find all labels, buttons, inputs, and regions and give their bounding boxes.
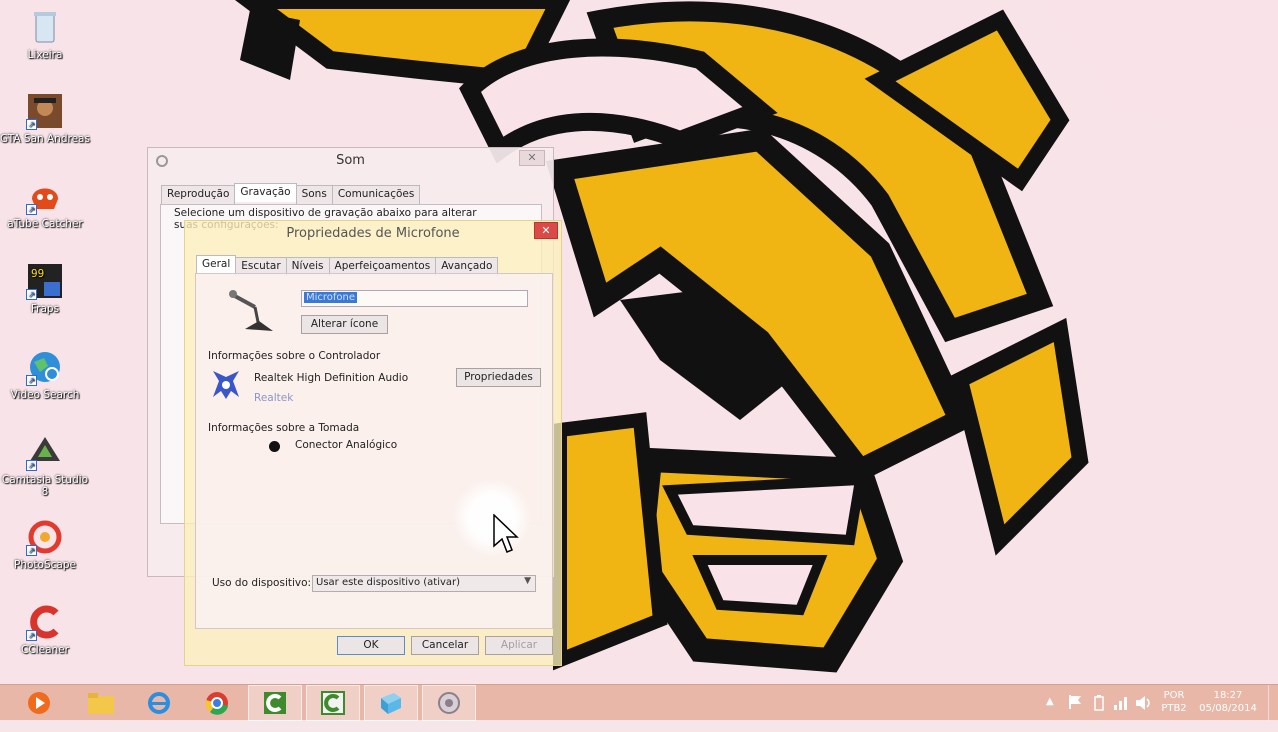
sound-tabs: Reprodução Gravação Sons Comunicações xyxy=(161,183,421,204)
control-panel-icon xyxy=(381,693,401,714)
desktop-icon-label: Camtasia Studio 8 xyxy=(1,474,89,498)
tab-gravacao[interactable]: Gravação xyxy=(234,183,297,202)
tray-expand-icon[interactable]: ▲ xyxy=(1046,696,1054,732)
media-player-icon xyxy=(28,692,50,714)
chevron-down-icon: ▼ xyxy=(524,576,531,586)
device-name-input[interactable]: Microfone xyxy=(301,290,528,307)
camtasia-icon: ↗ xyxy=(26,433,64,471)
taskbar-file-explorer[interactable] xyxy=(74,685,128,721)
mouse-cursor-icon xyxy=(493,514,519,553)
show-desktop-button[interactable] xyxy=(1268,685,1278,721)
sound-settings-icon xyxy=(438,692,460,714)
microphone-properties-dialog: Propriedades de Microfone ✕ Geral Escuta… xyxy=(184,220,562,666)
desktop-icon-video-search[interactable]: ↗ Video Search xyxy=(0,348,90,401)
realtek-icon xyxy=(213,371,239,399)
fraps-icon: 99 ↗ xyxy=(26,262,64,300)
jack-color-dot xyxy=(269,441,280,452)
controller-properties-button[interactable]: Propriedades xyxy=(456,368,541,387)
battery-icon[interactable] xyxy=(1094,695,1104,731)
internet-explorer-icon xyxy=(148,692,170,714)
recycle-bin-icon xyxy=(26,8,64,46)
taskbar-control-panel[interactable] xyxy=(364,685,418,721)
properties-close-button[interactable]: ✕ xyxy=(534,222,558,239)
taskbar-camtasia-recorder[interactable] xyxy=(248,685,302,721)
desktop-icon-camtasia[interactable]: ↗ Camtasia Studio 8 xyxy=(0,433,90,498)
language-code: POR xyxy=(1163,690,1185,701)
globe-icon: ↗ xyxy=(26,348,64,386)
controller-name: Realtek High Definition Audio xyxy=(254,372,409,384)
taskbar: ▲ POR PTB2 18:27 05/08/2014 xyxy=(0,684,1278,721)
desktop-icon-label: Video Search xyxy=(10,389,80,401)
desktop-icon-label: Fraps xyxy=(30,303,60,315)
taskbar-camtasia-studio[interactable] xyxy=(306,685,360,721)
taskbar-internet-explorer[interactable] xyxy=(132,685,186,721)
change-icon-button[interactable]: Alterar ícone xyxy=(301,315,388,334)
flag-icon[interactable] xyxy=(1068,694,1082,730)
taskbar-media-player[interactable] xyxy=(12,685,66,721)
gta-san-andreas-icon: ↗ xyxy=(26,92,64,130)
chrome-icon xyxy=(205,692,228,715)
desktop-icon-lixeira[interactable]: Lixeira xyxy=(0,8,90,61)
controller-vendor-link[interactable]: Realtek xyxy=(254,392,293,404)
device-usage-value: Usar este dispositivo (ativar) xyxy=(316,577,461,588)
network-icon[interactable] xyxy=(1112,695,1130,731)
desktop-icon-atube[interactable]: ↗ aTube Catcher xyxy=(0,177,90,230)
clock-date: 05/08/2014 xyxy=(1199,703,1257,714)
sound-dialog-title: Som xyxy=(336,153,365,168)
desktop-icon-photoscape[interactable]: ↗ PhotoScape xyxy=(0,518,90,571)
camtasia-recorder-icon xyxy=(264,692,286,714)
folder-icon xyxy=(88,693,114,714)
cursor-highlight xyxy=(452,478,532,558)
desktop-icon-label: Lixeira xyxy=(27,49,63,61)
device-usage-select[interactable]: Usar este dispositivo (ativar) ▼ xyxy=(312,575,536,592)
tab-geral[interactable]: Geral xyxy=(196,255,237,274)
ok-button[interactable]: OK xyxy=(337,636,405,655)
desktop-icon-label: aTube Catcher xyxy=(7,218,83,230)
properties-dialog-title: Propriedades de Microfone xyxy=(286,226,460,241)
controller-section-label: Informações sobre o Controlador xyxy=(208,350,381,362)
keyboard-layout: PTB2 xyxy=(1161,703,1187,714)
camtasia-studio-icon xyxy=(321,691,345,715)
sound-close-button[interactable]: ✕ xyxy=(519,150,545,166)
taskbar-chrome[interactable] xyxy=(190,685,244,721)
clock-time: 18:27 xyxy=(1213,690,1243,701)
tab-comunicacoes[interactable]: Comunicações xyxy=(331,185,421,204)
desktop-icon-label: PhotoScape xyxy=(14,559,76,571)
desktop-icon-label: CCleaner xyxy=(21,644,69,656)
desktop-icon-gta[interactable]: ↗ GTA San Andreas xyxy=(0,92,90,145)
photoscape-icon: ↗ xyxy=(26,518,64,556)
desktop-icon-fraps[interactable]: 99 ↗ Fraps xyxy=(0,262,90,315)
volume-icon[interactable] xyxy=(1135,695,1153,731)
microphone-icon xyxy=(229,290,273,331)
cancel-button[interactable]: Cancelar xyxy=(411,636,479,655)
device-usage-label: Uso do dispositivo: xyxy=(212,577,312,589)
ccleaner-icon: ↗ xyxy=(26,603,64,641)
jack-section-label: Informações sobre a Tomada xyxy=(208,422,360,434)
tab-reproducao[interactable]: Reprodução xyxy=(161,185,236,204)
desktop-icon-ccleaner[interactable]: ↗ CCleaner xyxy=(0,603,90,656)
apply-button[interactable]: Aplicar xyxy=(485,636,553,655)
taskbar-sound[interactable] xyxy=(422,685,476,721)
desktop-icon-label: GTA San Andreas xyxy=(0,133,90,145)
tab-sons[interactable]: Sons xyxy=(295,185,333,204)
svg-text:99: 99 xyxy=(31,267,44,280)
atube-catcher-icon: ↗ xyxy=(26,177,64,215)
jack-name: Conector Analógico xyxy=(295,439,398,451)
